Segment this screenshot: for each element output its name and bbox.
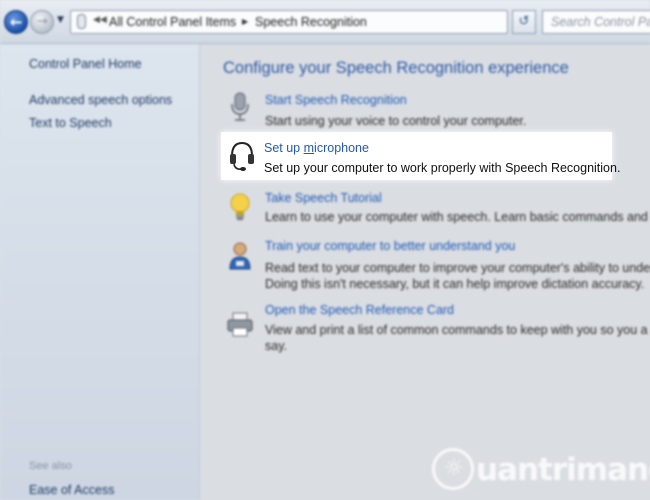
watermark-logo: ☼ uantrimang bbox=[432, 446, 650, 494]
speech-recognition-window: ← → ▼ ◀◀ All Control Panel Items ▶ Speec… bbox=[0, 0, 650, 500]
recent-pages-dropdown-icon[interactable]: ▼ bbox=[57, 15, 64, 25]
forward-button[interactable]: → bbox=[30, 10, 54, 34]
set-up-microphone-item[interactable]: Set up microphone Set up your computer t… bbox=[221, 132, 620, 180]
headset-icon bbox=[230, 141, 254, 171]
see-also-heading: See also bbox=[29, 460, 72, 472]
lightbulb-icon bbox=[230, 193, 250, 220]
set-up-microphone-link-suffix: icrophone bbox=[314, 141, 369, 155]
microphone-icon bbox=[231, 92, 249, 121]
set-up-microphone-description: Set up your computer to work properly wi… bbox=[264, 161, 621, 175]
train-your-computer-link[interactable]: Train your computer to better understand… bbox=[265, 239, 515, 253]
watermark-bulb-icon: ☼ bbox=[432, 448, 474, 490]
back-arrow-icon: ← bbox=[10, 13, 23, 31]
start-speech-recognition-description: Start using your voice to control your c… bbox=[265, 114, 527, 128]
refresh-button[interactable]: ↺ bbox=[512, 10, 536, 34]
page-title: Configure your Speech Recognition experi… bbox=[223, 59, 569, 77]
open-speech-reference-card-description-line2: say. bbox=[265, 339, 287, 353]
explorer-toolbar: ← → ▼ ◀◀ All Control Panel Items ▶ Speec… bbox=[0, 0, 650, 44]
breadcrumb-all-control-panel-items[interactable]: All Control Panel Items bbox=[109, 15, 236, 29]
train-your-computer-description-line1: Read text to your computer to improve yo… bbox=[265, 261, 650, 275]
take-speech-tutorial-description: Learn to use your computer with speech. … bbox=[265, 210, 650, 224]
sidebar-link-ease-of-access[interactable]: Ease of Access bbox=[29, 483, 114, 497]
set-up-microphone-link-accelerator: m bbox=[303, 141, 315, 155]
person-icon bbox=[229, 242, 251, 270]
address-bar[interactable]: ◀◀ All Control Panel Items ▶ Speech Reco… bbox=[70, 10, 568, 34]
printer-icon bbox=[227, 312, 253, 337]
start-speech-recognition-link[interactable]: Start Speech Recognition bbox=[265, 93, 407, 107]
open-speech-reference-card-description-line1: View and print a list of common commands… bbox=[265, 323, 648, 337]
take-speech-tutorial-link[interactable]: Take Speech Tutorial bbox=[265, 191, 382, 205]
sidebar-link-text-to-speech[interactable]: Text to Speech bbox=[29, 116, 112, 130]
search-placeholder: Search Control Pan bbox=[551, 15, 650, 29]
watermark-text: uantrimang bbox=[476, 452, 650, 488]
back-button[interactable]: ← bbox=[4, 10, 28, 34]
sidebar-link-control-panel-home[interactable]: Control Panel Home bbox=[29, 57, 142, 71]
refresh-icon: ↺ bbox=[518, 14, 530, 29]
breadcrumb-overflow-icon[interactable]: ◀◀ bbox=[93, 15, 107, 25]
set-up-microphone-link[interactable]: Set up microphone bbox=[264, 141, 369, 155]
forward-arrow-icon: → bbox=[37, 14, 48, 29]
search-input[interactable]: Search Control Pan bbox=[542, 10, 650, 34]
breadcrumb-separator-icon[interactable]: ▶ bbox=[242, 17, 248, 26]
breadcrumb-speech-recognition[interactable]: Speech Recognition bbox=[255, 15, 367, 29]
set-up-microphone-link-prefix: Set up bbox=[264, 141, 304, 155]
sidebar-link-advanced-speech-options[interactable]: Advanced speech options bbox=[29, 93, 172, 107]
sidebar: Control Panel Home Advanced speech optio… bbox=[0, 44, 200, 500]
main-content: Configure your Speech Recognition experi… bbox=[201, 44, 650, 500]
control-panel-icon bbox=[77, 14, 86, 29]
open-speech-reference-card-link[interactable]: Open the Speech Reference Card bbox=[265, 303, 454, 317]
train-your-computer-description-line2: Doing this isn't necessary, but it can h… bbox=[265, 277, 645, 291]
